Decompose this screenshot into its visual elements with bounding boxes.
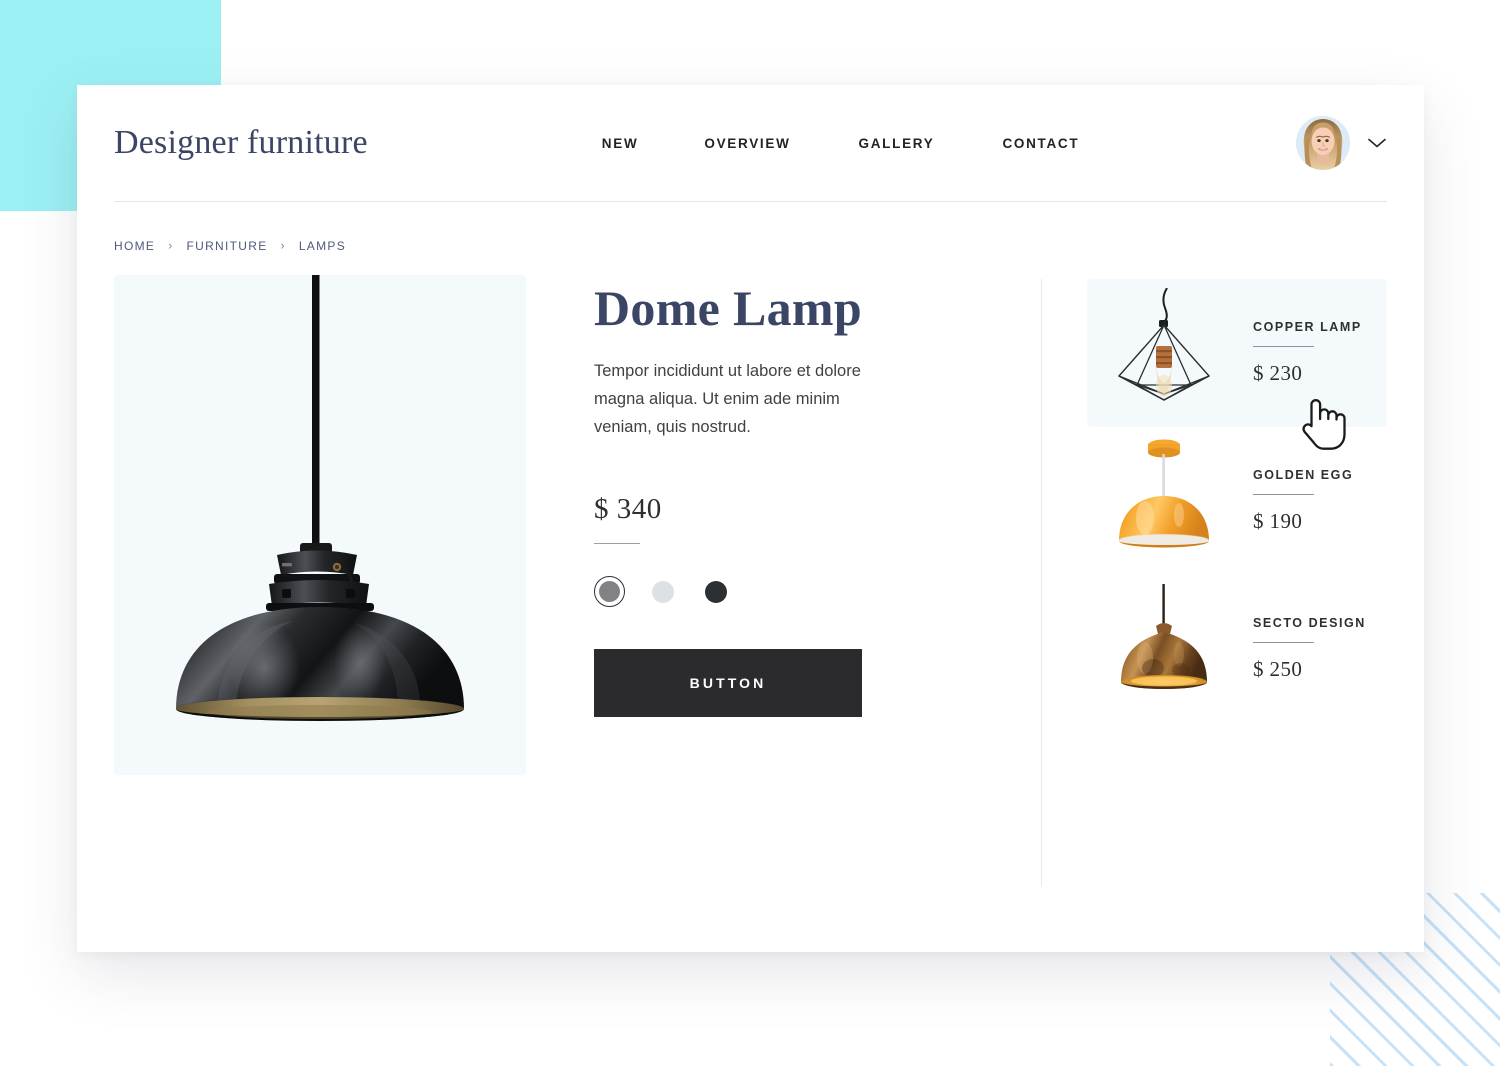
product-hero-image[interactable] <box>114 275 526 775</box>
related-product-name: GOLDEN EGG <box>1253 468 1354 482</box>
browser-card: Designer furniture NEW OVERVIEW GALLERY … <box>77 85 1424 952</box>
breadcrumb: HOME › FURNITURE › LAMPS <box>114 202 1387 253</box>
related-product-name: COPPER LAMP <box>1253 320 1362 334</box>
related-thumb-secto-design <box>1109 584 1219 714</box>
related-product-price: $ 190 <box>1253 509 1303 533</box>
user-menu[interactable] <box>1296 116 1387 170</box>
swatch-charcoal-dot <box>704 580 727 603</box>
product-detail-layout: Dome Lamp Tempor incididunt ut labore et… <box>114 253 1387 901</box>
swatch-light[interactable] <box>647 576 678 607</box>
chevron-down-icon[interactable] <box>1367 137 1387 149</box>
related-product-price: $ 230 <box>1253 361 1303 385</box>
nav-item-contact[interactable]: CONTACT <box>1002 136 1079 151</box>
swatch-gray[interactable] <box>594 576 625 608</box>
related-info-secto-design: SECTO DESIGN $ 250 <box>1253 616 1366 682</box>
breadcrumb-item-lamps[interactable]: LAMPS <box>299 239 346 253</box>
add-to-cart-button[interactable]: BUTTON <box>594 649 862 718</box>
orange-dome-pendant-lamp-image <box>1119 439 1209 548</box>
related-product-name: SECTO DESIGN <box>1253 616 1366 630</box>
product-price: $ 340 <box>594 493 662 526</box>
related-thumb-copper-lamp <box>1109 287 1219 418</box>
wireframe-diamond-cage-pendant-lamp-image <box>1117 287 1211 401</box>
related-product-price: $ 250 <box>1253 657 1303 681</box>
breadcrumb-separator-icon: › <box>168 238 174 253</box>
related-product-golden-egg[interactable]: GOLDEN EGG $ 190 <box>1087 427 1387 575</box>
nav-item-gallery[interactable]: GALLERY <box>859 136 935 151</box>
bronze-copper-pendant-lamp-image <box>1121 584 1207 689</box>
related-name-underline <box>1253 494 1314 495</box>
nav-item-new[interactable]: NEW <box>602 136 639 151</box>
brand-logo[interactable]: Designer furniture <box>114 124 368 162</box>
related-info-copper-lamp: COPPER LAMP $ 230 <box>1253 320 1362 386</box>
breadcrumb-item-home[interactable]: HOME <box>114 239 155 253</box>
page-root: Designer furniture NEW OVERVIEW GALLERY … <box>0 0 1500 1066</box>
related-product-secto-design[interactable]: SECTO DESIGN $ 250 <box>1087 575 1387 723</box>
black-dome-pendant-lamp-image <box>176 275 464 721</box>
related-name-underline <box>1253 642 1314 643</box>
avatar[interactable] <box>1296 116 1350 170</box>
related-name-underline <box>1253 346 1314 347</box>
swatch-charcoal[interactable] <box>700 576 731 607</box>
related-products-list: COPPER LAMP $ 230 GOLDEN EGG $ 190 SECTO… <box>1042 275 1387 901</box>
swatch-gray-dot <box>599 581 620 603</box>
product-description: Tempor incididunt ut labore et dolore ma… <box>594 362 861 437</box>
site-header: Designer furniture NEW OVERVIEW GALLERY … <box>114 85 1387 202</box>
page-title: Dome Lamp <box>594 280 862 336</box>
swatch-light-dot <box>651 580 674 603</box>
avatar-portrait-icon <box>1296 116 1350 170</box>
related-thumb-golden-egg <box>1109 436 1219 566</box>
main-navigation: NEW OVERVIEW GALLERY CONTACT <box>602 136 1080 151</box>
related-product-copper-lamp[interactable]: COPPER LAMP $ 230 <box>1087 279 1387 450</box>
breadcrumb-separator-icon: › <box>280 238 286 253</box>
related-info-golden-egg: GOLDEN EGG $ 190 <box>1253 468 1353 534</box>
product-details: Dome Lamp Tempor incididunt ut labore et… <box>526 275 1041 901</box>
color-swatch-group <box>594 576 1001 608</box>
breadcrumb-item-furniture[interactable]: FURNITURE <box>187 239 268 253</box>
nav-item-overview[interactable]: OVERVIEW <box>704 136 790 151</box>
price-underline <box>594 543 640 545</box>
